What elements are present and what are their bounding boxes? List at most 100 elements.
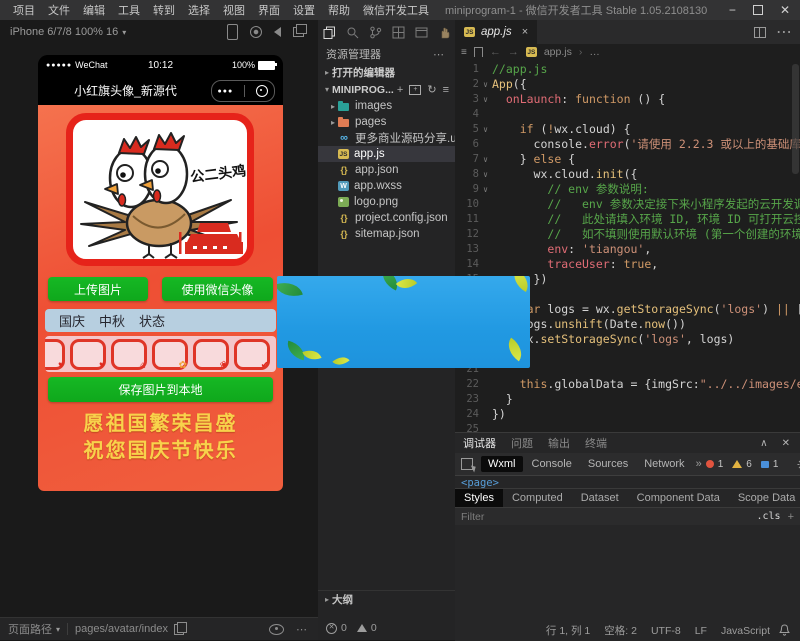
- frame-option-2[interactable]: ♥: [70, 339, 106, 370]
- status-item[interactable]: 空格: 2: [604, 623, 637, 638]
- frame-option-3[interactable]: ⌂: [111, 339, 147, 370]
- add-rule-icon[interactable]: +: [788, 511, 794, 523]
- collapse-all-icon[interactable]: ≡: [443, 84, 449, 96]
- project-section[interactable]: ▾ MINIPROG... + + ↻ ≡: [318, 81, 455, 98]
- more-tabs-icon[interactable]: »: [696, 458, 702, 470]
- use-wechat-avatar-button[interactable]: 使用微信头像: [162, 277, 273, 301]
- panel-tab-输出[interactable]: 输出: [548, 435, 570, 451]
- avatar-preview-image[interactable]: 公二头鸡: [66, 113, 254, 266]
- file-logo.png[interactable]: logo.png: [318, 194, 455, 210]
- eye-icon[interactable]: [269, 624, 284, 635]
- devtools-tab-Wxml[interactable]: Wxml: [481, 456, 523, 472]
- menu-工具[interactable]: 工具: [118, 2, 140, 18]
- capsule-menu[interactable]: ●●●: [211, 80, 275, 102]
- menu-微信开发工具[interactable]: 微信开发工具: [363, 2, 429, 18]
- style-tab-Dataset[interactable]: Dataset: [572, 489, 628, 507]
- menu-帮助[interactable]: 帮助: [328, 2, 350, 18]
- git-branch-icon[interactable]: [369, 26, 382, 39]
- record-icon[interactable]: [250, 26, 262, 38]
- explorer-more-icon[interactable]: ⋯: [433, 48, 445, 61]
- editor-scrollbar[interactable]: [792, 62, 799, 430]
- new-file-icon[interactable]: +: [397, 84, 403, 96]
- breadcrumb[interactable]: ≡ ← → JS app.js › …: [455, 44, 800, 60]
- grid-icon[interactable]: [392, 26, 405, 39]
- menu-视图[interactable]: 视图: [223, 2, 245, 18]
- devtools-tab-Sources[interactable]: Sources: [581, 456, 635, 472]
- search-icon[interactable]: [346, 26, 359, 39]
- editor-more-icon[interactable]: ⋯: [776, 22, 792, 42]
- menu-编辑[interactable]: 编辑: [83, 2, 105, 18]
- problems-summary[interactable]: ✕ 0 0: [318, 620, 455, 636]
- style-tab-Scope Data[interactable]: Scope Data: [729, 489, 800, 507]
- collapse-panel-icon[interactable]: ∧: [760, 438, 767, 449]
- preview-icon[interactable]: [415, 26, 428, 39]
- exit-circle-icon[interactable]: [256, 85, 268, 97]
- warning-badge-icon[interactable]: [732, 460, 742, 468]
- tab-app-js[interactable]: JS app.js ×: [455, 20, 537, 44]
- maximize-button[interactable]: [753, 5, 763, 15]
- cls-toggle[interactable]: .cls: [756, 511, 780, 522]
- frame-option-4[interactable]: ✿: [152, 339, 188, 370]
- file-images[interactable]: ▸images: [318, 98, 455, 114]
- status-item[interactable]: UTF-8: [651, 625, 681, 637]
- panel-tab-调试器[interactable]: 调试器: [463, 435, 496, 451]
- code-area[interactable]: 1//app.js2∨App({3∨ onLaunch: function ()…: [455, 60, 800, 432]
- theme-tab-状态[interactable]: 状态: [139, 311, 165, 330]
- minimize-button[interactable]: −: [729, 3, 736, 17]
- split-editor-icon[interactable]: [754, 27, 766, 38]
- new-folder-icon[interactable]: +: [409, 85, 421, 95]
- file-sitemap.json[interactable]: {}sitemap.json: [318, 226, 455, 242]
- refresh-icon[interactable]: ↻: [427, 83, 436, 96]
- style-tab-Styles[interactable]: Styles: [455, 489, 503, 507]
- back-arrow-icon[interactable]: ←: [490, 46, 501, 58]
- file-app.json[interactable]: {}app.json: [318, 162, 455, 178]
- frame-option-1[interactable]: ♥: [45, 339, 65, 370]
- outline-section[interactable]: ▸ 大纲: [318, 590, 455, 608]
- menu-选择[interactable]: 选择: [188, 2, 210, 18]
- save-image-button[interactable]: 保存图片到本地: [48, 377, 273, 402]
- menu-文件[interactable]: 文件: [48, 2, 70, 18]
- file-pages[interactable]: ▸pages: [318, 114, 455, 130]
- info-badge-icon[interactable]: [761, 461, 769, 468]
- file-app.js[interactable]: JSapp.js: [318, 146, 455, 162]
- file-app.wxss[interactable]: Wapp.wxss: [318, 178, 455, 194]
- close-button[interactable]: ✕: [780, 3, 790, 17]
- frame-option-5[interactable]: ❀: [193, 339, 229, 370]
- menu-icon[interactable]: ≡: [461, 47, 467, 58]
- bookmark-icon[interactable]: [474, 47, 483, 57]
- sound-icon[interactable]: [274, 27, 281, 37]
- file-project.config.json[interactable]: {}project.config.json: [318, 210, 455, 226]
- panel-tab-终端[interactable]: 终端: [585, 435, 607, 451]
- status-item[interactable]: 行 1, 列 1: [546, 623, 590, 638]
- upload-image-button[interactable]: 上传图片: [48, 277, 148, 301]
- open-editors-section[interactable]: ▸ 打开的编辑器: [318, 64, 455, 81]
- menu-转到[interactable]: 转到: [153, 2, 175, 18]
- device-selector[interactable]: iPhone 6/7/8 100% 16: [10, 26, 118, 38]
- file-更多商业源码分享.url[interactable]: ∞更多商业源码分享.url: [318, 130, 455, 146]
- wxml-tree-fragment[interactable]: <page>: [455, 476, 800, 488]
- copy-icon[interactable]: [174, 624, 184, 635]
- close-tab-icon[interactable]: ×: [522, 26, 528, 38]
- frame-option-6[interactable]: ✔: [234, 339, 270, 370]
- multi-window-icon[interactable]: [293, 27, 304, 37]
- close-panel-icon[interactable]: ✕: [782, 438, 790, 449]
- style-tab-Component Data[interactable]: Component Data: [628, 489, 729, 507]
- theme-tab-国庆[interactable]: 国庆: [59, 311, 85, 330]
- devtools-tab-Console[interactable]: Console: [525, 456, 579, 472]
- filter-input[interactable]: Filter: [461, 511, 484, 523]
- style-tab-Computed[interactable]: Computed: [503, 489, 572, 507]
- status-item[interactable]: JavaScript: [721, 625, 770, 637]
- status-item[interactable]: LF: [695, 625, 707, 637]
- menu-设置[interactable]: 设置: [293, 2, 315, 18]
- page-path-dropdown[interactable]: 页面路径: [8, 621, 52, 637]
- menu-项目[interactable]: 项目: [13, 2, 35, 18]
- error-badge-icon[interactable]: [706, 460, 714, 468]
- hand-icon[interactable]: [438, 26, 451, 39]
- devtools-tab-Network[interactable]: Network: [637, 456, 691, 472]
- panel-tab-问题[interactable]: 问题: [511, 435, 533, 451]
- device-icon[interactable]: [227, 24, 238, 40]
- more-dots-icon[interactable]: ●●●: [218, 88, 234, 95]
- files-icon[interactable]: [323, 26, 336, 39]
- inspect-element-icon[interactable]: [461, 458, 473, 470]
- more-options-icon[interactable]: ⋯: [296, 623, 308, 636]
